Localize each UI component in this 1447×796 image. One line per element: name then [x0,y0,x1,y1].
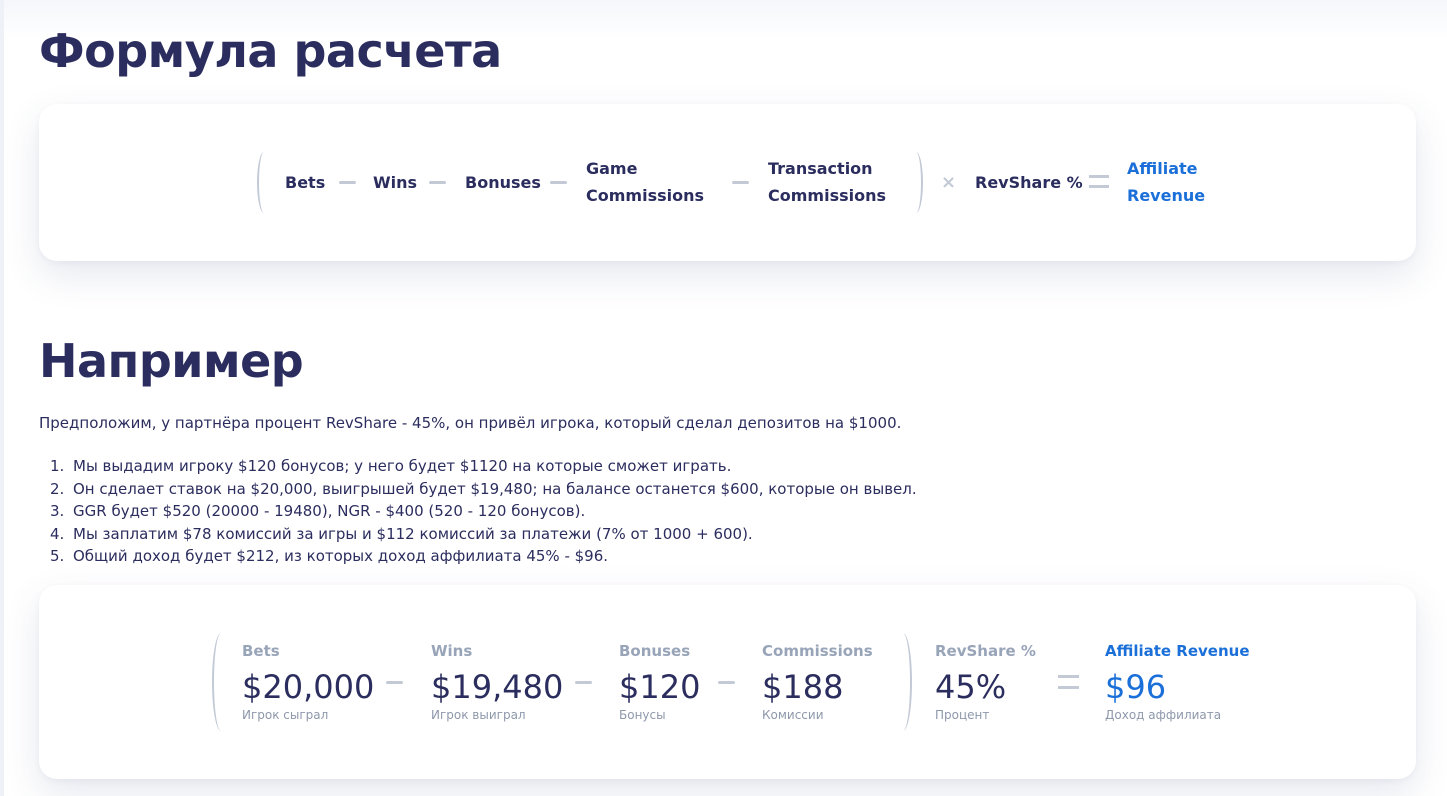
minus-operator [718,681,735,684]
calc-result-label: Affiliate Revenue [1105,642,1250,660]
calc-wins: Wins $19,480 Игрок выиграл [431,641,563,722]
formula-title: Формула расчета [39,24,502,78]
calc-revshare: RevShare % 45% Процент [935,641,1036,722]
list-item: 4. Мы заплатим $78 комиссий за игры и $11… [50,524,753,543]
list-item: 3. GGR будет $520 (20000 - 19480), NGR - … [50,502,586,520]
left-edge [0,0,4,796]
formula-term-bets: Bets [285,173,326,192]
example-intro: Предположим, у партнёра процент RevShare… [39,414,902,432]
equals-icon [1089,175,1109,188]
minus-operator [550,181,567,184]
formula-term-transaction-commissions: Transaction Commissions [768,159,886,205]
page: Формула расчета Bets Wins Bonuses Game C… [0,0,1447,796]
example-title: Например [39,334,304,388]
left-parenthesis [257,152,271,213]
formula-term-revshare: RevShare % [975,173,1083,192]
example-calc-card: Bets $20,000 Игрок сыграл Wins $19,480 И… [39,585,1416,779]
calc-bets-value: $20,000 [242,668,375,706]
minus-operator [339,181,356,184]
formula-term-bonuses: Bonuses [465,173,541,192]
calc-revshare-caption: Процент [935,708,990,722]
right-parenthesis [909,152,923,213]
formula-term-wins: Wins [373,173,418,192]
calc-commissions-caption: Комиссии [762,708,824,722]
list-item: 2. Он сделает ставок на $20,000, выигрыше… [50,479,917,498]
minus-operator [386,681,403,684]
calc-revshare-label: RevShare % [935,642,1036,660]
calc-wins-caption: Игрок выиграл [431,708,526,722]
minus-operator [429,181,446,184]
calc-result-caption: Доход аффилиата [1105,708,1222,722]
calc-wins-label: Wins [431,642,473,660]
list-item: 1. Мы выдадим игроку $120 бонусов; у него… [50,457,732,475]
calc-commissions-value: $188 [762,668,844,706]
formula-result-affiliate-revenue: Affiliate Revenue [1127,159,1206,205]
formula-card: Bets Wins Bonuses Game Commissions Trans… [39,104,1416,261]
calc-bonuses-value: $120 [619,668,701,706]
calc-revshare-value: 45% [935,668,1007,706]
calc-affiliate-revenue: Affiliate Revenue $96 Доход аффилиата [1105,641,1250,722]
list-item: 5. Общий доход будет $212, из которых дох… [50,547,609,565]
calc-bonuses-label: Bonuses [619,642,691,660]
equals-icon [1058,675,1079,689]
calc-commissions-label: Commissions [762,642,873,660]
right-parenthesis [894,633,912,731]
example-steps-list: 1. Мы выдадим игроку $120 бонусов; у него… [39,455,917,568]
calc-wins-value: $19,480 [431,668,564,706]
minus-operator [575,681,592,684]
formula-term-game-commissions: Game Commissions [586,159,704,205]
multiply-icon: × [941,172,957,193]
minus-operator [732,181,749,184]
calc-commissions: Commissions $188 Комиссии [762,641,873,722]
calc-bets-label: Bets [242,642,280,660]
left-parenthesis [212,633,230,731]
calc-bonuses: Bonuses $120 Бонусы [619,641,700,722]
calc-bonuses-caption: Бонусы [619,708,666,722]
calc-bets: Bets $20,000 Игрок сыграл [242,641,374,722]
calc-result-value: $96 [1105,668,1167,706]
calc-bets-caption: Игрок сыграл [242,708,329,722]
